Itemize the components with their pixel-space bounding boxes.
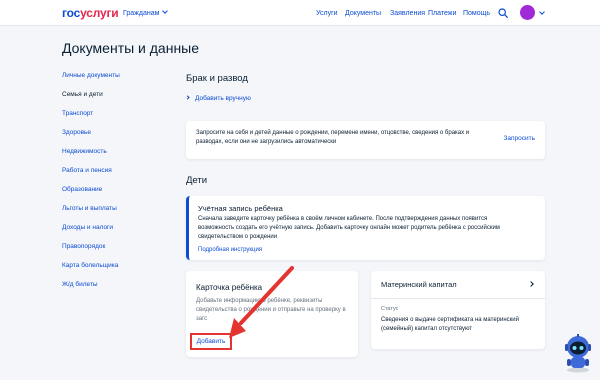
add-manually-link[interactable]: Добавить вручную [185,95,251,103]
logo-part-2: услуги [80,6,119,20]
sidebar: Личные документы Семья и дети Транспорт … [62,72,172,300]
child-card-title: Карточка ребёнка [196,283,263,292]
child-account-info-card: Учётная запись ребёнка Сначала заведите … [186,196,545,260]
nav-services[interactable]: Услуги [316,9,338,18]
sidebar-item-health[interactable]: Здоровье [62,129,172,148]
divider [371,298,545,299]
chevron-down-icon[interactable] [539,9,545,15]
audience-selector[interactable]: Гражданам [123,8,169,18]
nav-payments[interactable]: Платежи [428,9,456,18]
child-card: Карточка ребёнка Добавьте информацию о р… [186,271,358,357]
request-button[interactable]: Запросить [503,135,535,143]
nav-applications[interactable]: Заявления [390,9,425,18]
sidebar-item-transport[interactable]: Транспорт [62,110,172,129]
sidebar-item-fan-card[interactable]: Карта болельщика [62,262,172,281]
sidebar-item-real-estate[interactable]: Недвижимость [62,148,172,167]
gosuslugi-logo[interactable]: госуслуги [62,6,119,20]
request-data-card: Запросите на себя и детей данные о рожде… [186,121,545,159]
sidebar-item-work-and-pension[interactable]: Работа и пенсия [62,167,172,186]
section-title-children: Дети [186,175,208,186]
maternity-capital-title: Материнский капитал [381,280,457,289]
avatar[interactable] [520,5,535,20]
chevron-right-icon [185,95,190,100]
child-card-description: Добавьте информацию о ребёнке, реквизиты… [196,298,346,322]
nav-documents[interactable]: Документы [345,9,381,18]
search-icon[interactable] [498,8,508,18]
status-value: Сведения о выдаче сертификата на материн… [381,317,519,332]
nav-help[interactable]: Помощь [463,9,490,18]
sidebar-item-benefits[interactable]: Льготы и выплаты [62,205,172,224]
sidebar-item-family-and-children[interactable]: Семья и дети [62,91,172,110]
chevron-right-icon[interactable] [528,281,534,287]
chevron-down-icon [162,8,169,14]
page-title: Документы и данные [62,40,200,56]
maternity-capital-card[interactable]: Материнский капитал Статус Сведения о вы… [371,271,545,349]
sidebar-item-income-taxes[interactable]: Доходы и налоги [62,224,172,243]
sidebar-item-personal-documents[interactable]: Личные документы [62,72,172,91]
child-account-title: Учётная запись ребёнка [198,204,283,213]
add-child-button[interactable]: Добавить [190,333,232,350]
add-manually-label: Добавить вручную [195,95,251,102]
top-bar: госуслуги Гражданам Услуги Документы Зая… [0,0,600,26]
assistant-robot-icon[interactable] [561,333,595,373]
section-title-marriage: Брак и развод [186,73,248,84]
sidebar-item-law-enforcement[interactable]: Правопорядок [62,243,172,262]
child-account-description: Сначала заведите карточку ребёнка в своё… [198,216,500,240]
instructions-link[interactable]: Подробная инструкция [198,246,262,254]
status-label: Статус [381,306,399,312]
sidebar-item-train-tickets[interactable]: Ж/д билеты [62,281,172,300]
sidebar-item-education[interactable]: Образование [62,186,172,205]
request-description: Запросите на себя и детей данные о рожде… [196,130,470,145]
logo-part-1: гос [62,6,81,20]
audience-label: Гражданам [123,10,160,17]
